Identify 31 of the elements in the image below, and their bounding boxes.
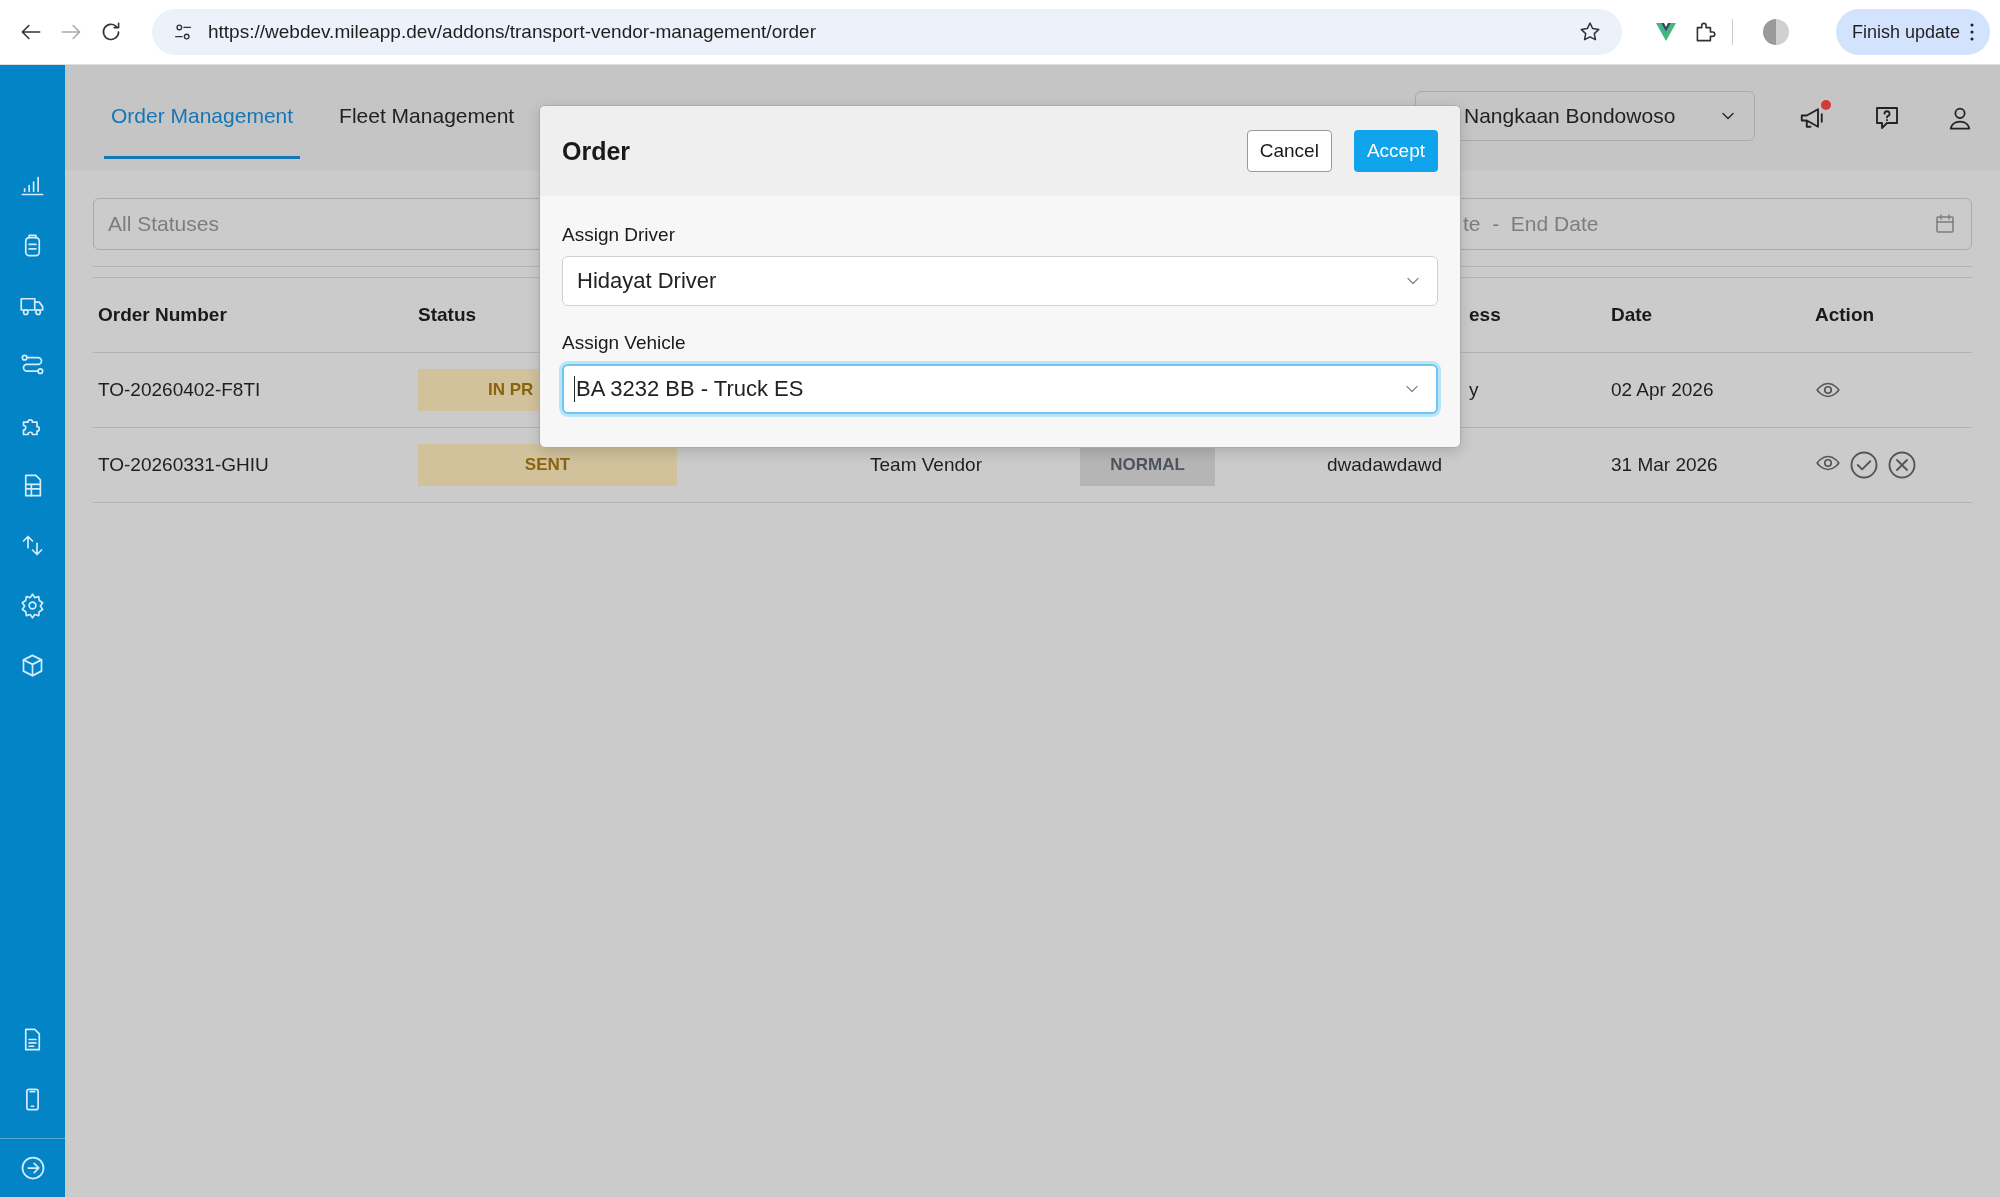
x-circle-icon[interactable]: [1887, 450, 1917, 480]
address-bar[interactable]: https://webdev.mileapp.dev/addons/transport-vendor-management/order: [152, 9, 1622, 55]
cancel-button[interactable]: Cancel: [1246, 130, 1332, 172]
more-icon: [1970, 23, 1974, 41]
status-badge: SENT: [418, 444, 677, 486]
select-field[interactable]: BA 3232 BB - Truck ES: [562, 364, 1438, 414]
modal-title: Order: [562, 136, 632, 166]
check-circle-icon[interactable]: [1849, 450, 1879, 480]
address-text: y: [1469, 379, 1479, 401]
order-date: 02 Apr 2026: [1611, 379, 1714, 401]
select-field[interactable]: Hidayat Driver: [562, 256, 1438, 306]
site-settings-icon[interactable]: [172, 21, 194, 43]
order-number: TO-20260402-F8TI: [98, 379, 261, 401]
settings-icon[interactable]: [19, 592, 46, 619]
column-header: ess: [1469, 304, 1501, 326]
address-text: dwadawdawd: [1327, 454, 1443, 476]
order-date: 31 Mar 2026: [1611, 454, 1718, 476]
field-label: Assign Vehicle: [562, 332, 687, 354]
url-text: https://webdev.mileapp.dev/addons/transport-vendor-management/order: [208, 21, 817, 43]
column-header: Order Number: [98, 304, 227, 326]
nav-tab[interactable]: Fleet Management: [332, 75, 522, 159]
column-header: Status: [418, 304, 477, 326]
column-header: Action: [1815, 304, 1875, 326]
column-header: Date: [1611, 304, 1653, 326]
finish-update-button[interactable]: Finish update: [1835, 9, 1990, 55]
field-label: Assign Driver: [562, 224, 676, 246]
order-number: TO-20260331-GHIU: [98, 454, 269, 476]
profile-avatar[interactable]: [1763, 19, 1789, 45]
vendor-name: Team Vendor: [870, 454, 982, 476]
calendar-icon: [1933, 212, 1957, 236]
location-select[interactable]: Nangkaan Bondowoso: [1415, 91, 1755, 141]
